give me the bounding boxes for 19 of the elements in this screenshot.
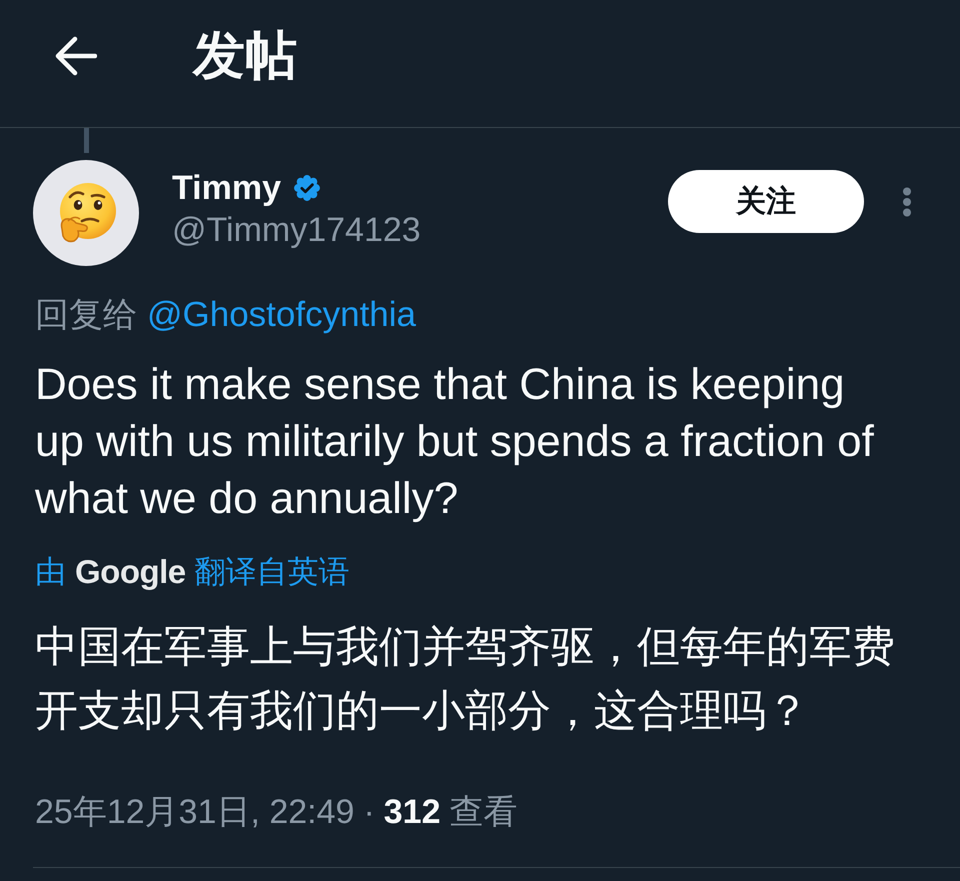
separator-dot: ·	[363, 792, 375, 833]
page-title: 发帖	[193, 26, 297, 87]
translated-text: 中国在军事上与我们并驾齐驱，但每年的军费开支却只有我们的一小部分，这合理吗？	[35, 622, 896, 737]
back-button[interactable]	[55, 35, 97, 77]
views-label: 查看	[450, 792, 518, 833]
reply-to-link[interactable]: @Ghostofcynthia	[147, 293, 416, 337]
post-text: Does it make sense that China is keeping up with us militarily but spends a fraction of what we do annually?	[35, 359, 875, 525]
follow-button[interactable]: 关注	[668, 170, 864, 233]
arrow-left-icon	[55, 35, 97, 77]
post-timestamp[interactable]: 25年12月31日, 22:49	[35, 790, 354, 834]
view-count: 312	[384, 792, 440, 833]
more-vertical-icon	[902, 186, 912, 216]
google-wordmark: Google	[75, 552, 186, 592]
translated-from-label[interactable]: 翻译自英语	[194, 552, 350, 592]
translated-by-label[interactable]: 由	[35, 552, 66, 592]
more-button[interactable]	[902, 186, 912, 216]
reply-to-label: 回复给	[35, 295, 137, 336]
author-handle[interactable]: @Timmy174123	[172, 210, 421, 250]
author-name[interactable]: Timmy	[172, 168, 281, 208]
